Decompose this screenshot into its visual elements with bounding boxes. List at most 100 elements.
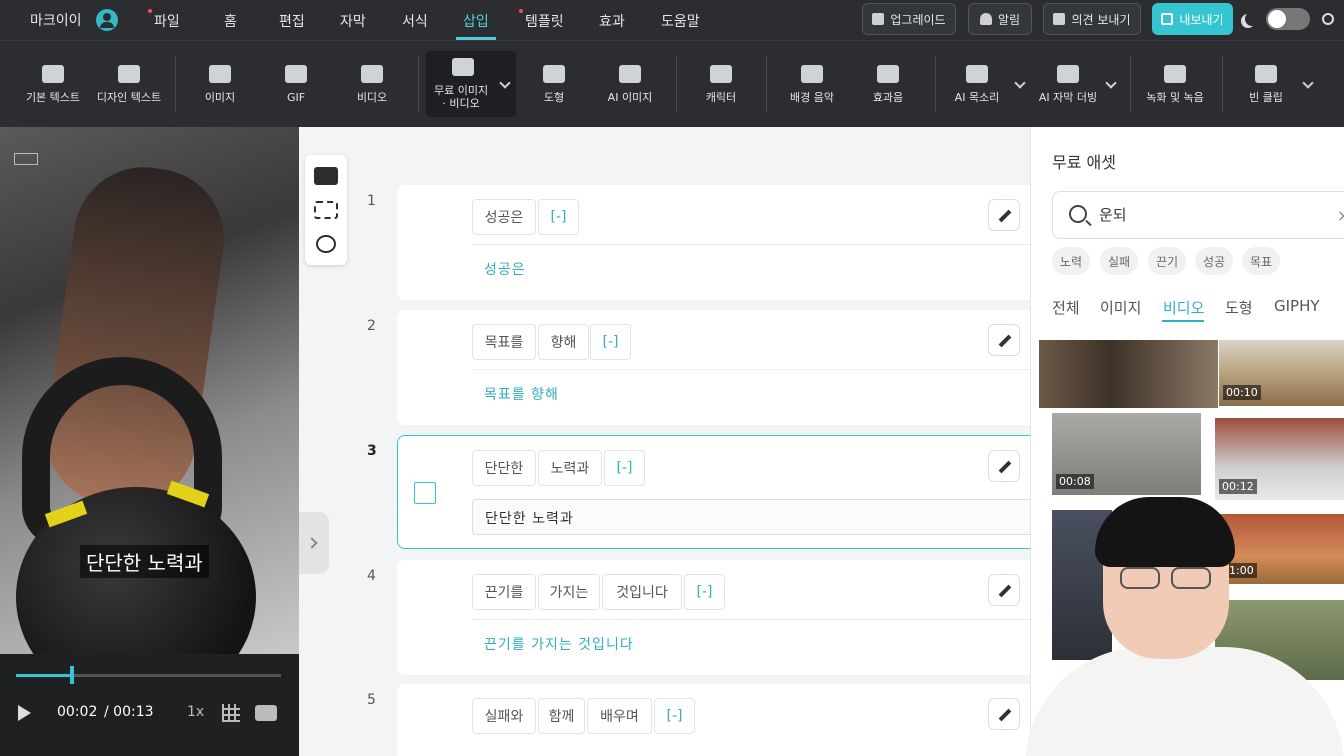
export-button[interactable]: 내보내기: [1152, 3, 1233, 35]
theme-toggle[interactable]: [1266, 8, 1310, 30]
feedback-label: 의견 보내기: [1071, 12, 1131, 27]
menu-label: 삽입: [463, 14, 489, 30]
menu-subtitle[interactable]: 자막: [340, 11, 366, 31]
word-chip[interactable]: 실패와: [472, 698, 536, 734]
tool-gif[interactable]: GIF: [266, 41, 326, 128]
asset-search-box[interactable]: ×: [1052, 191, 1344, 239]
capture-icon[interactable]: [314, 167, 338, 185]
edit-pencil-icon[interactable]: [988, 574, 1020, 606]
word-chip[interactable]: 함께: [538, 698, 585, 734]
word-chip[interactable]: 끈기를: [472, 574, 536, 610]
tool-blank-clip[interactable]: 빈 클립: [1236, 41, 1296, 128]
tool-character[interactable]: 캐릭터: [691, 41, 751, 128]
row-text-input[interactable]: 단단한 노력과: [472, 499, 1037, 535]
caption-icon[interactable]: [255, 705, 277, 721]
tool-video[interactable]: 비디오: [342, 41, 402, 128]
keyword-tag[interactable]: 목표: [1242, 247, 1281, 275]
menu-home[interactable]: 홈: [224, 11, 237, 31]
asset-tab-all[interactable]: 전체: [1052, 297, 1080, 318]
asset-tab-giphy[interactable]: GIPHY: [1274, 297, 1320, 315]
asset-search-input[interactable]: [1099, 205, 1319, 223]
menu-edit[interactable]: 편집: [279, 11, 305, 31]
menu-label: 템플릿: [525, 14, 564, 30]
play-icon[interactable]: [18, 705, 31, 721]
progress-track[interactable]: [16, 666, 281, 684]
asset-tab-video[interactable]: 비디오: [1163, 297, 1204, 318]
menu-file[interactable]: 파일: [148, 9, 180, 31]
pause-chip[interactable]: [-]: [684, 574, 725, 610]
word-chip[interactable]: 향해: [538, 324, 589, 360]
pause-chip[interactable]: [-]: [538, 199, 579, 235]
word-chip[interactable]: 성공은: [472, 199, 536, 235]
music-icon: [801, 65, 823, 83]
script-row[interactable]: 끈기를 가지는 것입니다 [-] 끈기를 가지는 것입니다: [397, 560, 1037, 675]
toolbar-separator: [1130, 55, 1131, 113]
tool-design-text[interactable]: 디자인 텍스트: [94, 41, 164, 128]
keyword-tag[interactable]: 성공: [1195, 247, 1234, 275]
row-text[interactable]: 목표를 향해: [484, 384, 559, 404]
script-row[interactable]: 목표를 향해 [-] 목표를 향해: [397, 310, 1037, 425]
word-chip[interactable]: 배우며: [587, 698, 652, 734]
tool-basic-text[interactable]: 기본 텍스트: [20, 41, 86, 128]
refresh-icon[interactable]: [316, 235, 336, 253]
upgrade-button[interactable]: 업그레이드: [862, 3, 956, 35]
keyword-tag[interactable]: 노력: [1052, 247, 1091, 275]
script-row-selected[interactable]: 단단한 노력과 [-] 단단한 노력과: [397, 435, 1037, 549]
grid-icon[interactable]: [222, 704, 240, 722]
tool-bgm[interactable]: 배경 음악: [780, 41, 844, 128]
tool-shape[interactable]: 도형: [524, 41, 584, 128]
menu-insert[interactable]: 삽입: [463, 11, 489, 31]
toolbar-separator: [766, 55, 767, 113]
close-icon[interactable]: ×: [1337, 206, 1344, 225]
video-thumbnail[interactable]: 00:10: [1219, 340, 1344, 406]
upgrade-label: 업그레이드: [890, 12, 946, 27]
script-row[interactable]: 성공은 [-] 성공은: [397, 185, 1037, 300]
edit-pencil-icon[interactable]: [988, 450, 1020, 482]
subtitle-overlay[interactable]: 단단한 노력과: [80, 545, 209, 578]
row-checkbox[interactable]: [414, 482, 436, 504]
word-chip[interactable]: 가지는: [538, 574, 600, 610]
tool-record[interactable]: 녹화 및 녹음: [1142, 41, 1208, 128]
row-text[interactable]: 성공은: [484, 259, 526, 279]
pause-chip[interactable]: [-]: [654, 698, 695, 734]
menu-effects[interactable]: 효과: [599, 11, 625, 31]
script-row[interactable]: 실패와 함께 배우며 [-]: [397, 684, 1037, 756]
collapse-preview-tab[interactable]: [299, 512, 329, 574]
edit-pencil-icon[interactable]: [988, 698, 1020, 730]
row-text[interactable]: 끈기를 가지는 것입니다: [484, 634, 634, 654]
keyword-tag[interactable]: 끈기: [1148, 247, 1187, 275]
progress-thumb[interactable]: [69, 666, 74, 684]
edit-pencil-icon[interactable]: [988, 199, 1020, 231]
feedback-button[interactable]: 의견 보내기: [1043, 3, 1141, 35]
word-chip[interactable]: 것입니다: [602, 574, 682, 610]
chevron-down-icon[interactable]: [1105, 77, 1117, 89]
menu-format[interactable]: 서식: [402, 11, 428, 31]
alarm-button[interactable]: 알림: [968, 3, 1032, 35]
pause-chip[interactable]: [-]: [604, 450, 645, 486]
video-frame[interactable]: 단단한 노력과: [0, 127, 299, 654]
menu-help[interactable]: 도움말: [661, 11, 700, 31]
video-thumbnail[interactable]: 00:08: [1052, 413, 1201, 495]
video-thumbnail[interactable]: [1039, 340, 1218, 408]
video-thumbnail[interactable]: 00:12: [1215, 418, 1344, 500]
tool-ai-image[interactable]: AI 이미지: [600, 41, 660, 128]
tool-ai-voice[interactable]: AI 목소리: [945, 41, 1009, 128]
asset-tab-shape[interactable]: 도형: [1225, 297, 1253, 318]
pause-chip[interactable]: [-]: [590, 324, 631, 360]
tool-sound-effect[interactable]: 효과음: [858, 41, 918, 128]
tool-ai-dubbing[interactable]: AI 자막 더빙: [1036, 41, 1100, 128]
word-chip[interactable]: 단단한: [472, 450, 536, 486]
user-icon[interactable]: [96, 9, 118, 31]
asset-tab-image[interactable]: 이미지: [1100, 297, 1141, 318]
chevron-down-icon[interactable]: [1014, 77, 1026, 89]
face-focus-icon[interactable]: [314, 201, 338, 219]
chevron-down-icon[interactable]: [1302, 77, 1314, 89]
menu-template[interactable]: 템플릿: [519, 9, 564, 31]
keyword-tag[interactable]: 실패: [1100, 247, 1139, 275]
word-chip[interactable]: 노력과: [538, 450, 602, 486]
edit-pencil-icon[interactable]: [988, 324, 1020, 356]
row-divider: [472, 369, 1037, 370]
playback-speed[interactable]: 1x: [187, 704, 204, 720]
word-chip[interactable]: 목표를: [472, 324, 536, 360]
tool-image[interactable]: 이미지: [190, 41, 250, 128]
